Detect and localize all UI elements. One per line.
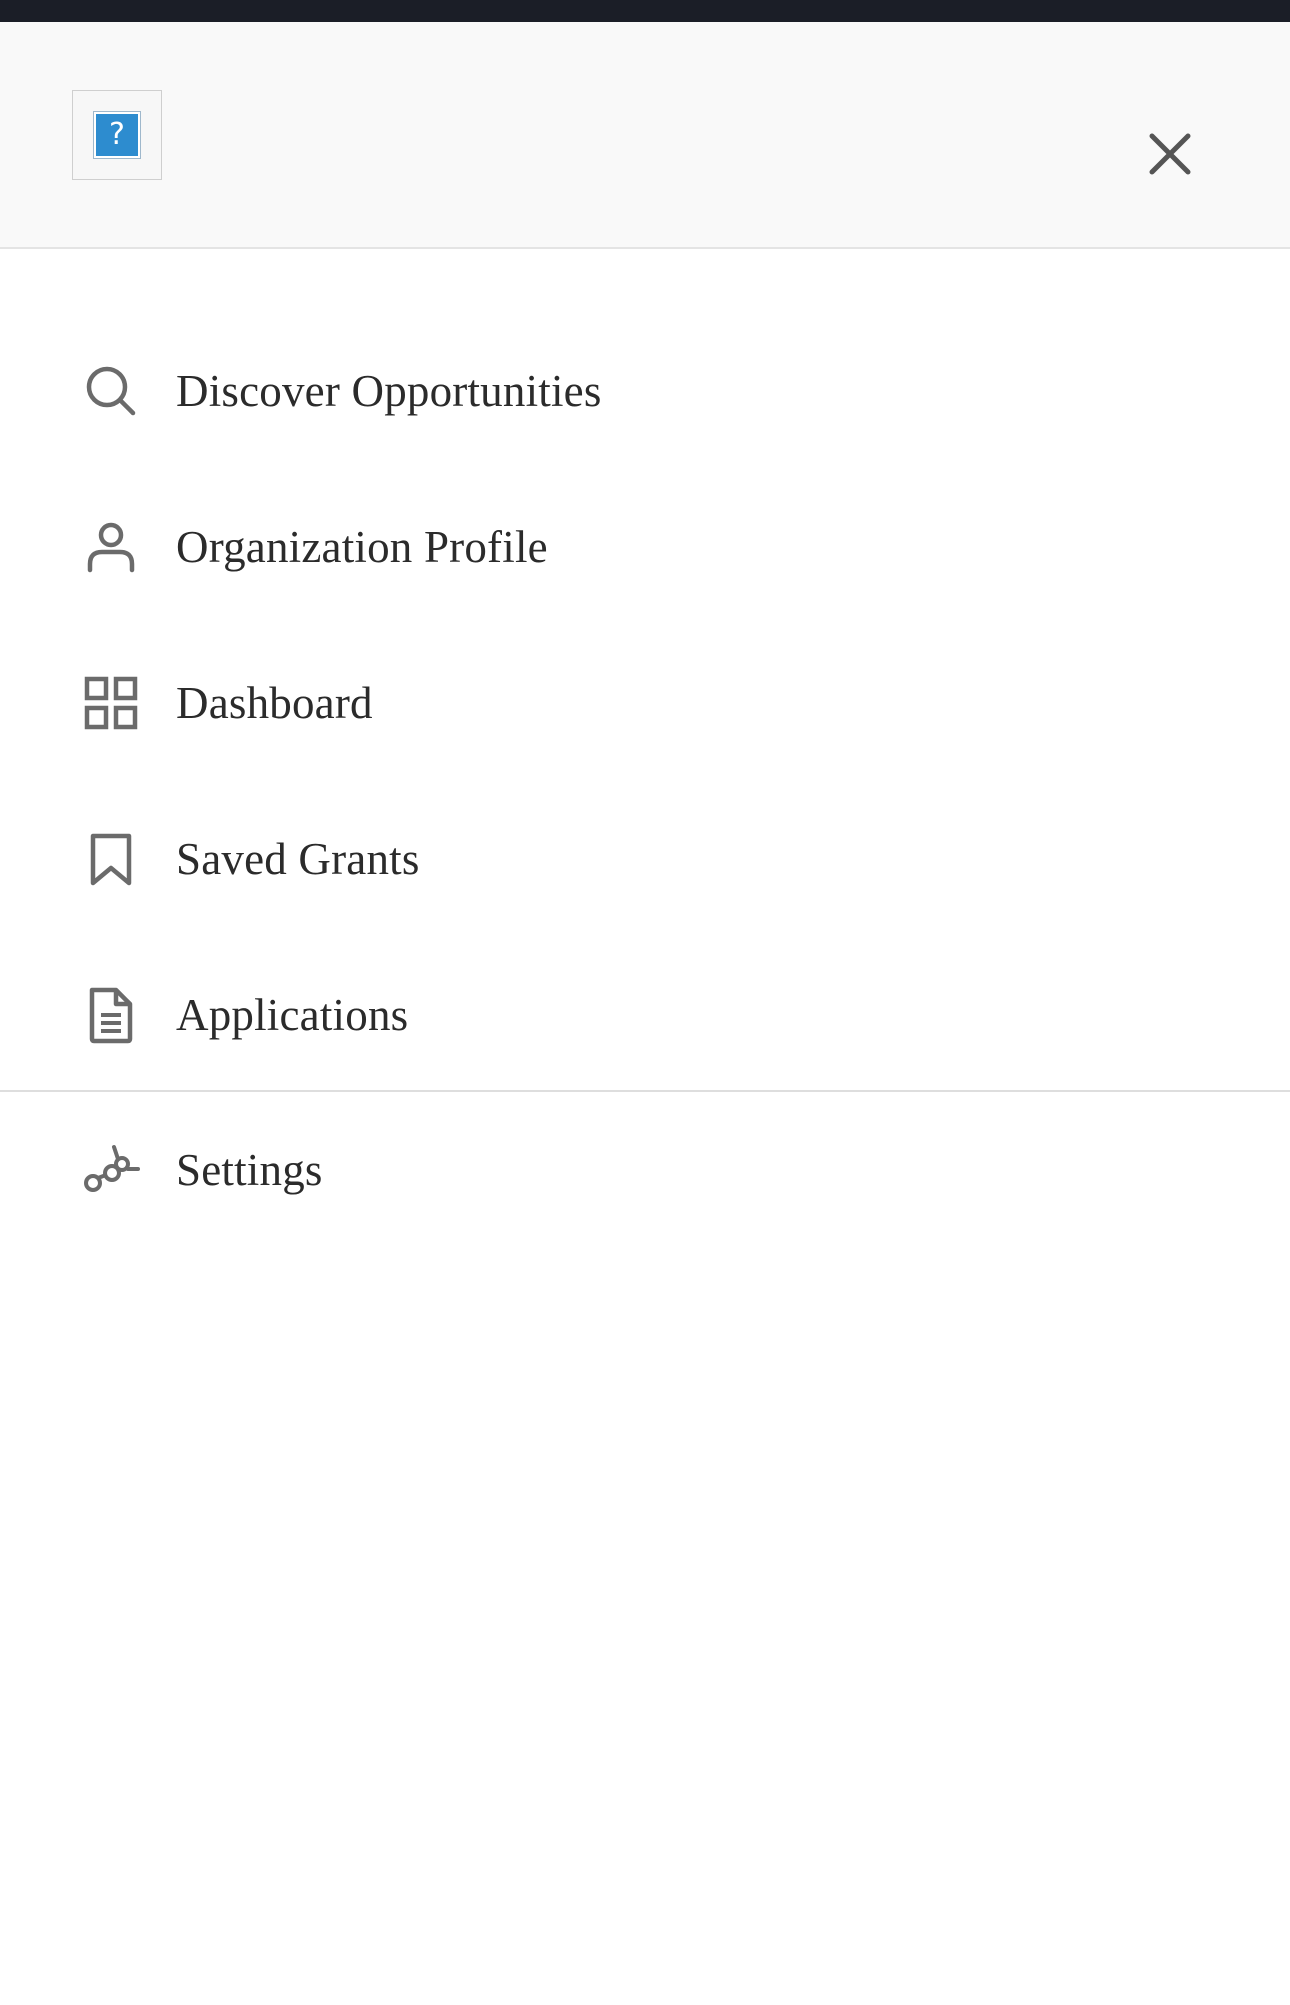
menu-item-label: Organization Profile (176, 522, 548, 572)
menu-item-organization-profile[interactable]: Organization Profile (0, 469, 1290, 625)
menu-item-label: Discover Opportunities (176, 366, 602, 416)
menu-item-label: Settings (176, 1145, 323, 1195)
settings-icon (82, 1141, 140, 1199)
search-icon (82, 362, 140, 420)
menu-item-label: Dashboard (176, 678, 373, 728)
menu-item-discover-opportunities[interactable]: Discover Opportunities (0, 313, 1290, 469)
menu-divider (0, 1090, 1290, 1092)
close-icon (1149, 133, 1191, 175)
bookmark-icon (82, 830, 140, 888)
user-icon (82, 518, 140, 576)
logo[interactable]: ? (72, 90, 162, 180)
menu-item-dashboard[interactable]: Dashboard (0, 625, 1290, 781)
grid-icon (82, 674, 140, 732)
menu-item-applications[interactable]: Applications (0, 937, 1290, 1093)
menu-item-saved-grants[interactable]: Saved Grants (0, 781, 1290, 937)
drawer-header: ? (0, 22, 1290, 249)
menu-item-label: Applications (176, 990, 409, 1040)
settings-section: Settings (0, 1093, 1290, 1247)
broken-image-icon: ? (93, 111, 141, 159)
menu-item-label: Saved Grants (176, 834, 420, 884)
document-icon (82, 986, 140, 1044)
status-bar (0, 0, 1290, 22)
menu-item-settings[interactable]: Settings (0, 1093, 1290, 1247)
nav-menu: Discover Opportunities Organization Prof… (0, 313, 1290, 1093)
close-button[interactable] (1138, 122, 1202, 186)
